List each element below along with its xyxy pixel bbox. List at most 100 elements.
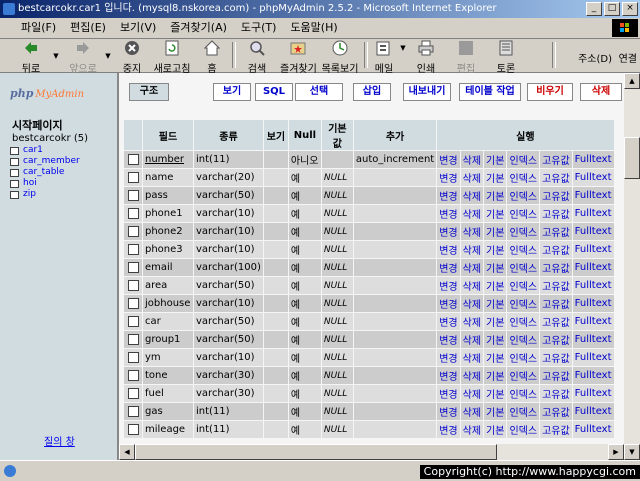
action-link-4[interactable]: 고유값 [540, 385, 572, 402]
action-link-3[interactable]: 인덱스 [507, 187, 540, 204]
action-link-0[interactable]: 변경 [437, 331, 460, 348]
scroll-left-icon[interactable]: ◀ [119, 444, 135, 460]
row-checkbox[interactable] [127, 351, 139, 363]
close-button[interactable]: × [622, 2, 638, 16]
horizontal-scrollbar[interactable]: ◀ ▶ [119, 444, 624, 460]
action-link-2[interactable]: 기본 [484, 349, 507, 366]
refresh-button[interactable]: 새로고침 [152, 40, 192, 75]
action-link-4[interactable]: 고유값 [540, 313, 572, 330]
action-link-1[interactable]: 삭제 [460, 241, 484, 258]
home-button[interactable]: 홈 [200, 40, 224, 75]
links-label[interactable]: 연결 [619, 50, 637, 65]
action-link-0[interactable]: 변경 [437, 259, 460, 276]
vertical-scrollbar[interactable]: ▲ ▼ [624, 73, 640, 460]
stop-button[interactable]: 중지 [118, 40, 146, 75]
tab-4[interactable]: 삽입 [353, 83, 391, 101]
action-link-5[interactable]: Fulltext [572, 385, 614, 402]
action-link-0[interactable]: 변경 [437, 223, 460, 240]
action-link-3[interactable]: 인덱스 [507, 259, 540, 276]
scroll-down-icon[interactable]: ▼ [624, 444, 640, 460]
action-link-1[interactable]: 삭제 [460, 421, 484, 438]
action-link-5[interactable]: Fulltext [572, 169, 614, 186]
row-checkbox[interactable] [127, 261, 139, 273]
maximize-button[interactable]: □ [604, 2, 620, 16]
edit-button[interactable]: 편집 [454, 40, 478, 75]
tab-0[interactable]: 구조 [129, 83, 169, 101]
action-link-5[interactable]: Fulltext [572, 151, 614, 168]
table-list-item[interactable]: hoi [10, 178, 80, 189]
row-checkbox[interactable] [127, 279, 139, 291]
action-link-5[interactable]: Fulltext [572, 349, 614, 366]
action-link-5[interactable]: Fulltext [572, 241, 614, 258]
action-link-5[interactable]: Fulltext [572, 277, 614, 294]
menu-item[interactable]: 도움말(H) [283, 18, 344, 38]
discuss-button[interactable]: 토론 [494, 40, 518, 75]
action-link-0[interactable]: 변경 [437, 187, 460, 204]
action-link-5[interactable]: Fulltext [572, 403, 614, 420]
action-link-4[interactable]: 고유값 [540, 187, 572, 204]
action-link-4[interactable]: 고유값 [540, 367, 572, 384]
row-checkbox[interactable] [127, 297, 139, 309]
tab-2[interactable]: SQL [255, 83, 293, 101]
action-link-2[interactable]: 기본 [484, 187, 507, 204]
action-link-4[interactable]: 고유값 [540, 259, 572, 276]
address-label[interactable]: 주소(D) [578, 50, 612, 65]
action-link-4[interactable]: 고유값 [540, 403, 572, 420]
action-link-5[interactable]: Fulltext [572, 421, 614, 438]
table-list-item[interactable]: car_member [10, 156, 80, 167]
tab-6[interactable]: 테이블 작업 [459, 83, 521, 101]
action-link-1[interactable]: 삭제 [460, 277, 484, 294]
favorites-button[interactable]: 즐겨찾기 [280, 40, 317, 75]
action-link-3[interactable]: 인덱스 [507, 403, 540, 420]
row-checkbox[interactable] [127, 405, 139, 417]
action-link-3[interactable]: 인덱스 [507, 385, 540, 402]
action-link-0[interactable]: 변경 [437, 385, 460, 402]
menu-item[interactable]: 즐겨찾기(A) [163, 18, 234, 38]
row-checkbox[interactable] [127, 243, 139, 255]
action-link-3[interactable]: 인덱스 [507, 241, 540, 258]
action-link-2[interactable]: 기본 [484, 331, 507, 348]
tab-5[interactable]: 내보내기 [403, 83, 451, 101]
action-link-1[interactable]: 삭제 [460, 295, 484, 312]
action-link-0[interactable]: 변경 [437, 169, 460, 186]
action-link-2[interactable]: 기본 [484, 205, 507, 222]
action-link-0[interactable]: 변경 [437, 349, 460, 366]
action-link-1[interactable]: 삭제 [460, 187, 484, 204]
action-link-0[interactable]: 변경 [437, 421, 460, 438]
tab-8[interactable]: 삭제 [580, 83, 622, 101]
action-link-4[interactable]: 고유값 [540, 277, 572, 294]
action-link-5[interactable]: Fulltext [572, 223, 614, 240]
scroll-up-icon[interactable]: ▲ [624, 73, 640, 89]
action-link-5[interactable]: Fulltext [572, 259, 614, 276]
action-link-3[interactable]: 인덱스 [507, 295, 540, 312]
action-link-3[interactable]: 인덱스 [507, 313, 540, 330]
action-link-2[interactable]: 기본 [484, 277, 507, 294]
minimize-button[interactable]: _ [586, 2, 602, 16]
row-checkbox[interactable] [127, 369, 139, 381]
table-list-item[interactable]: car_table [10, 167, 80, 178]
action-link-3[interactable]: 인덱스 [507, 331, 540, 348]
action-link-0[interactable]: 변경 [437, 151, 460, 168]
mail-button[interactable]: 메일 [372, 40, 396, 75]
action-link-4[interactable]: 고유값 [540, 331, 572, 348]
action-link-0[interactable]: 변경 [437, 403, 460, 420]
row-checkbox[interactable] [127, 189, 139, 201]
row-checkbox[interactable] [127, 225, 139, 237]
action-link-1[interactable]: 삭제 [460, 403, 484, 420]
tab-1[interactable]: 보기 [213, 83, 251, 101]
action-link-4[interactable]: 고유값 [540, 295, 572, 312]
row-checkbox[interactable] [127, 153, 139, 165]
menu-item[interactable]: 편집(E) [63, 18, 113, 38]
action-link-1[interactable]: 삭제 [460, 151, 484, 168]
action-link-3[interactable]: 인덱스 [507, 349, 540, 366]
action-link-3[interactable]: 인덱스 [507, 367, 540, 384]
horizontal-scroll-thumb[interactable] [135, 444, 497, 460]
action-link-3[interactable]: 인덱스 [507, 277, 540, 294]
search-button[interactable]: 검색 [242, 40, 272, 75]
action-link-0[interactable]: 변경 [437, 277, 460, 294]
action-link-4[interactable]: 고유값 [540, 349, 572, 366]
mail-dropdown-icon[interactable]: ▼ [400, 40, 406, 70]
forward-button[interactable]: 앞으로 [66, 40, 100, 75]
action-link-2[interactable]: 기본 [484, 421, 507, 438]
action-link-3[interactable]: 인덱스 [507, 151, 540, 168]
